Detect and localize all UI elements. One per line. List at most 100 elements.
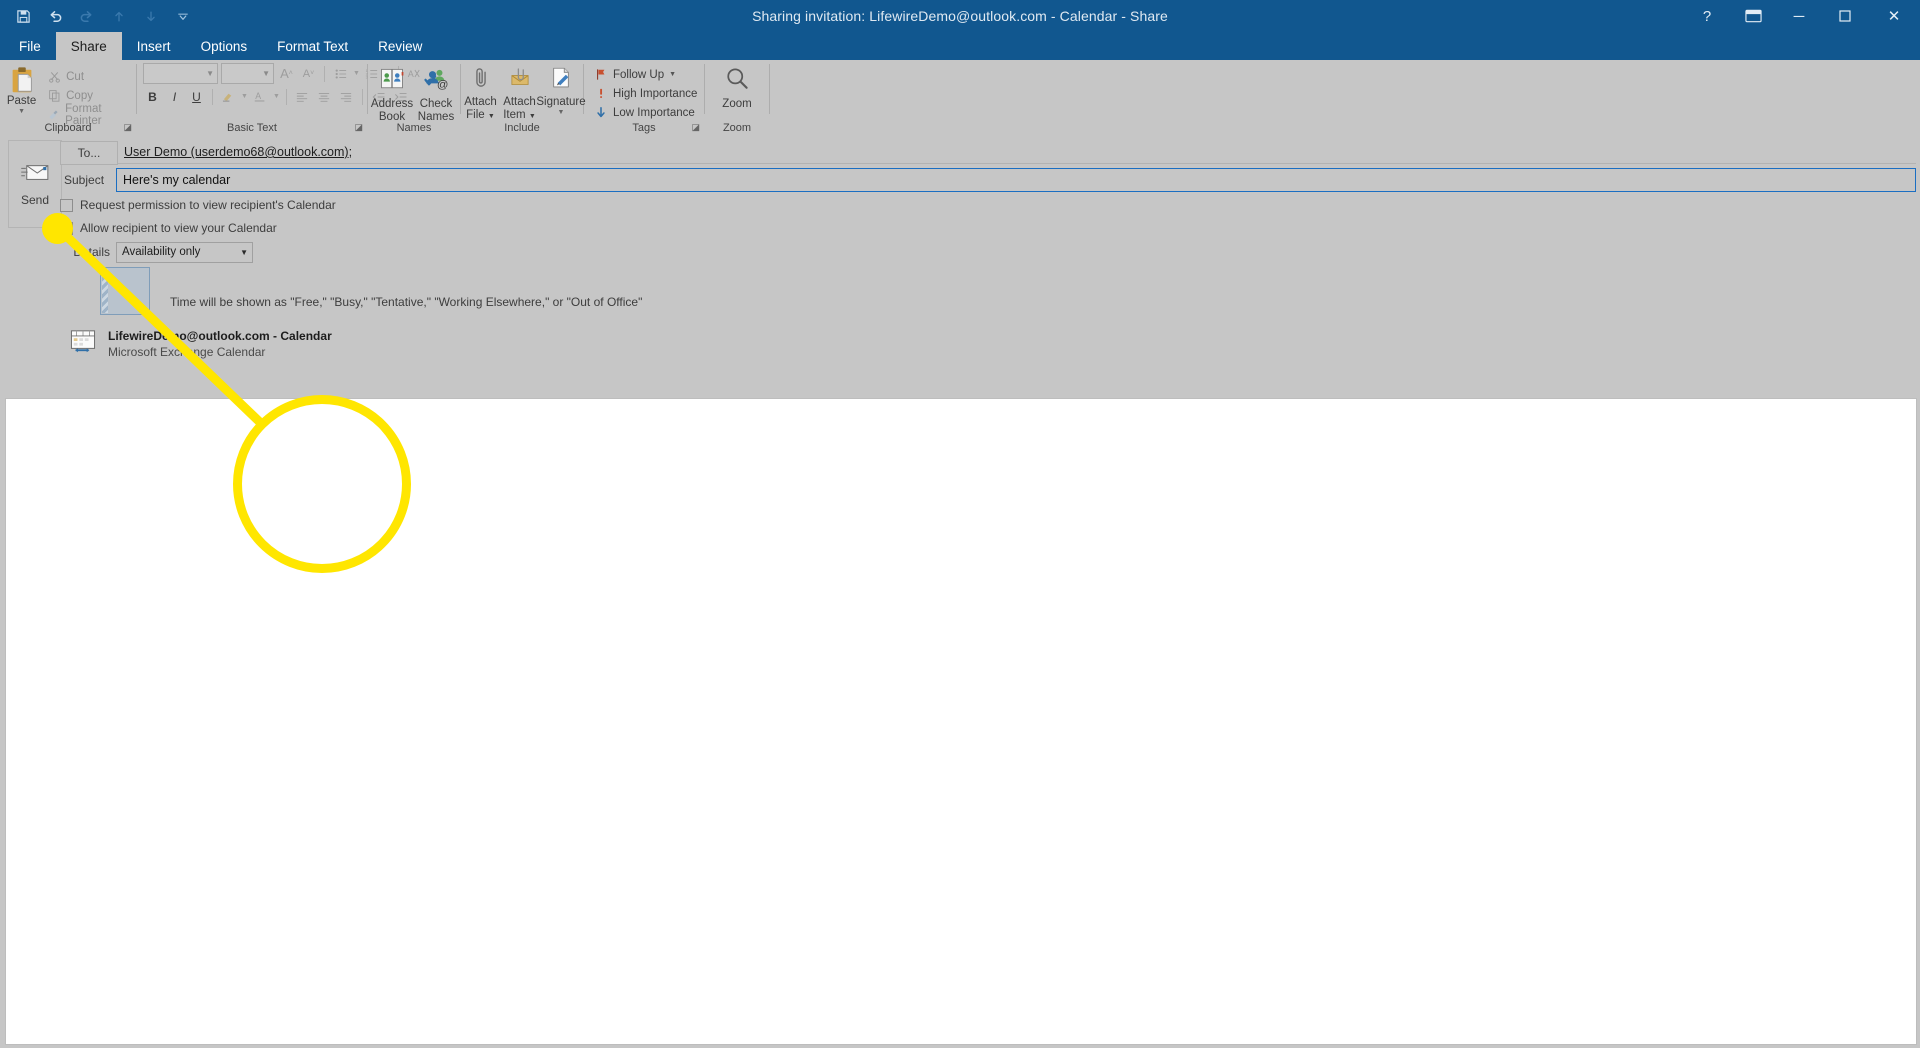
down-arrow-icon [594, 106, 608, 120]
allow-recipient-row[interactable]: Allow recipient to view your Calendar [60, 219, 1916, 237]
tab-options[interactable]: Options [186, 32, 263, 60]
group-label-include: Include [504, 122, 540, 134]
to-input[interactable]: User Demo (userdemo68@outlook.com); [118, 141, 1916, 164]
attach-item-label-line1: Attach [503, 96, 536, 108]
font-color-button: A [251, 87, 270, 106]
cut-label: Cut [66, 70, 85, 83]
group-label-zoom: Zoom [722, 122, 752, 134]
basic-text-dialog-launcher[interactable]: ◪ [354, 122, 363, 133]
tab-review[interactable]: Review [363, 32, 437, 60]
clipboard-dialog-launcher[interactable]: ◪ [123, 122, 132, 133]
send-label: Send [20, 192, 50, 207]
high-importance-label: High Importance [613, 87, 698, 100]
low-importance-button[interactable]: Low Importance [590, 103, 695, 122]
text-highlight-color-button [219, 87, 238, 106]
grow-font-button: A ˄ [280, 66, 293, 81]
chevron-down-icon: ▼ [240, 247, 248, 257]
details-dropdown[interactable]: Availability only ▼ [116, 241, 253, 263]
follow-up-button[interactable]: Follow Up ▼ [590, 65, 676, 84]
address-book-icon [378, 65, 406, 98]
subject-input[interactable]: Here's my calendar [116, 167, 1916, 192]
signature-icon [548, 65, 574, 96]
follow-up-label: Follow Up [613, 68, 665, 81]
font-size-combo[interactable]: ▼ [221, 63, 274, 84]
help-icon[interactable]: ? [1684, 0, 1730, 32]
tab-insert[interactable]: Insert [122, 32, 186, 60]
ribbon: Paste ▼ Cut Copy Format Painter Clipboar… [0, 60, 1920, 134]
paperclip-icon [468, 65, 494, 96]
check-names-button[interactable]: @ Check Names [414, 63, 458, 124]
tab-format-text[interactable]: Format Text [262, 32, 363, 60]
bullets-button [331, 64, 350, 83]
details-row: Details Availability only ▼ [60, 241, 1916, 263]
signature-dropdown-arrow[interactable]: ▼ [558, 109, 565, 116]
tab-file[interactable]: File [4, 32, 56, 60]
request-permission-label: Request permission to view recipient's C… [80, 198, 336, 212]
ribbon-group-tags: Follow Up ▼ High Importance Low Importan… [584, 60, 704, 134]
paste-dropdown-arrow[interactable]: ▼ [18, 108, 25, 115]
signature-button[interactable]: Signature ▼ [536, 63, 586, 116]
paste-button[interactable]: Paste ▼ [0, 63, 43, 115]
group-separator [769, 64, 770, 114]
calendar-icon [70, 329, 96, 358]
ribbon-group-include: Attach File ▼ Attach Item ▼ Signature ▼ … [461, 60, 586, 134]
preview-note: Time will be shown as "Free," "Busy," "T… [170, 295, 643, 309]
zoom-button[interactable]: Zoom [710, 63, 764, 111]
exclamation-icon [594, 87, 608, 101]
message-header-area: Send To... User Demo (userdemo68@outlook… [0, 134, 1920, 398]
font-name-combo[interactable]: ▼ [143, 63, 218, 84]
attach-item-label-line2: Item ▼ [503, 109, 536, 121]
details-label: Details [73, 245, 110, 259]
paste-label: Paste [6, 95, 37, 107]
window-controls: ? ─ ✕ [1684, 0, 1920, 32]
calendar-attachment[interactable]: LifewireDemo@outlook.com - Calendar Micr… [60, 329, 1916, 360]
address-book-button[interactable]: Address Book [370, 63, 414, 124]
maximize-button[interactable] [1822, 0, 1868, 32]
to-button[interactable]: To... [60, 140, 118, 165]
header-fields: To... User Demo (userdemo68@outlook.com)… [60, 140, 1916, 360]
align-center-button [315, 87, 334, 106]
bold-button[interactable]: B [143, 87, 162, 106]
ribbon-group-zoom: Zoom Zoom [705, 60, 769, 134]
attach-item-icon [507, 65, 533, 96]
allow-recipient-label: Allow recipient to view your Calendar [80, 221, 277, 235]
svg-text:A: A [256, 91, 262, 101]
request-permission-checkbox[interactable] [60, 198, 73, 212]
outlook-sharing-invitation-window: Sharing invitation: LifewireDemo@outlook… [0, 0, 1920, 1048]
flag-icon [594, 68, 608, 82]
signature-label: Signature [536, 96, 586, 108]
request-permission-row[interactable]: Request permission to view recipient's C… [60, 196, 1916, 214]
paintbrush-icon [47, 108, 60, 122]
shrink-font-button: A ˅ [302, 67, 315, 80]
to-separator: ; [348, 145, 353, 159]
calendar-preview-thumbnail [100, 267, 150, 315]
check-names-icon: @ [422, 65, 450, 98]
group-label-tags: Tags [632, 122, 656, 134]
ribbon-display-options-icon[interactable] [1730, 0, 1776, 32]
minimize-button[interactable]: ─ [1776, 0, 1822, 32]
svg-text:@: @ [437, 79, 449, 91]
italic-button[interactable]: I [165, 87, 184, 106]
zoom-label: Zoom [722, 98, 752, 110]
callout-origin-dot [42, 213, 73, 244]
tags-dialog-launcher[interactable]: ◪ [691, 122, 700, 133]
attach-item-button[interactable]: Attach Item ▼ [500, 63, 539, 123]
close-button[interactable]: ✕ [1868, 0, 1920, 32]
attach-file-label-line1: Attach [464, 96, 497, 108]
magnifier-callout: Subject Here's my calendar Request permi… [233, 395, 411, 573]
high-importance-button[interactable]: High Importance [590, 84, 697, 103]
tab-share[interactable]: Share [55, 32, 122, 60]
attach-file-label-line2: File ▼ [466, 109, 495, 121]
attachment-subtitle: Microsoft Exchange Calendar [108, 345, 266, 359]
underline-button[interactable]: U [187, 87, 206, 106]
copy-label: Copy [66, 89, 93, 102]
subject-row: Subject Here's my calendar [60, 167, 1916, 192]
group-label-clipboard: Clipboard [44, 122, 92, 134]
subject-label: Subject [64, 172, 105, 187]
magnifier-icon [722, 65, 752, 98]
attach-file-button[interactable]: Attach File ▼ [461, 63, 500, 123]
cut-button: Cut [43, 67, 136, 86]
window-title: Sharing invitation: LifewireDemo@outlook… [752, 8, 1168, 24]
title-bar: Sharing invitation: LifewireDemo@outlook… [0, 0, 1920, 32]
ribbon-group-clipboard: Paste ▼ Cut Copy Format Painter Clipboar… [0, 60, 136, 134]
